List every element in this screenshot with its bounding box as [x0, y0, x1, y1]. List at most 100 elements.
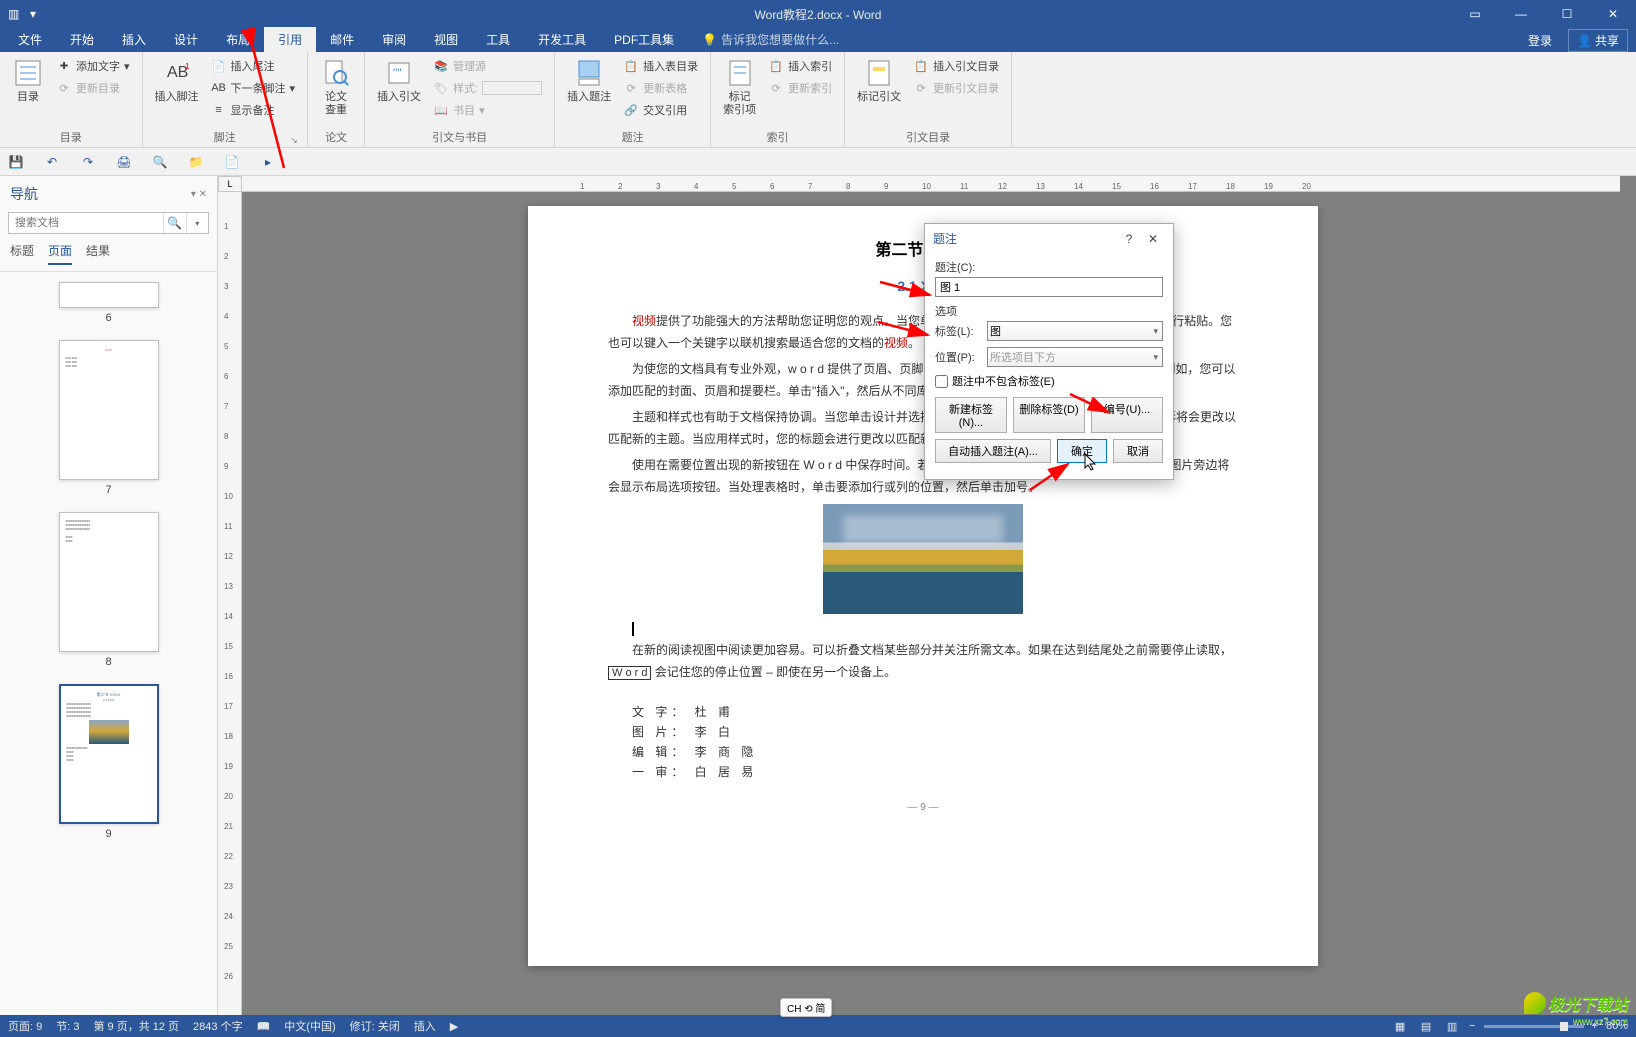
- tab-selector[interactable]: L: [218, 176, 242, 192]
- tab-insert[interactable]: 插入: [108, 27, 160, 52]
- navtab-heading[interactable]: 标题: [10, 242, 34, 265]
- insert-citation-button[interactable]: "" 插入引文: [373, 55, 425, 106]
- insert-index-button[interactable]: 📋插入索引: [764, 55, 836, 77]
- update-toc-button[interactable]: ⟳更新目录: [52, 77, 134, 99]
- undo-button[interactable]: ↶: [42, 152, 62, 172]
- label-dropdown[interactable]: 图▾: [987, 321, 1163, 341]
- manage-sources-button[interactable]: 📚管理源: [429, 55, 546, 77]
- nav-pane-dropdown-icon[interactable]: ▾ ✕: [191, 189, 207, 200]
- doc-image[interactable]: [823, 504, 1023, 614]
- add-text-button[interactable]: 🞦添加文字 ▾: [52, 55, 134, 77]
- update-toa-button[interactable]: ⟳更新引文目录: [909, 77, 1003, 99]
- view-print-button[interactable]: ▤: [1417, 1019, 1435, 1033]
- status-track[interactable]: 修订: 关闭: [350, 1018, 400, 1034]
- position-dropdown-label: 位置(P):: [935, 349, 983, 365]
- vertical-ruler[interactable]: 1234567891011121314151617181920212223242…: [218, 192, 242, 1015]
- status-words[interactable]: 2843 个字: [193, 1018, 243, 1034]
- tab-view[interactable]: 视图: [420, 27, 472, 52]
- status-spellcheck[interactable]: 📖: [257, 1020, 271, 1033]
- thumb-page-7[interactable]: ===≡≡≡ ≡≡≡≡≡≡ ≡≡≡≡≡≡ ≡≡≡ 7: [49, 340, 169, 496]
- new-button[interactable]: 📄: [222, 152, 242, 172]
- auto-insert-caption-button[interactable]: 自动插入题注(A)...: [935, 439, 1051, 463]
- status-macro[interactable]: ▶: [450, 1020, 458, 1033]
- exclude-label-checkbox[interactable]: [935, 375, 948, 388]
- delete-label-button[interactable]: 删除标签(D): [1013, 397, 1085, 433]
- cross-reference-button[interactable]: 🔗交叉引用: [619, 99, 702, 121]
- next-footnote-button[interactable]: AB下一条脚注 ▾: [207, 77, 300, 99]
- insert-caption-button[interactable]: 插入题注: [563, 55, 615, 106]
- status-pageof[interactable]: 第 9 页，共 12 页: [93, 1018, 179, 1034]
- dialog-help-button[interactable]: ?: [1117, 232, 1141, 246]
- status-insert[interactable]: 插入: [414, 1018, 436, 1034]
- redo-button[interactable]: ↷: [78, 152, 98, 172]
- navtab-page[interactable]: 页面: [48, 242, 72, 265]
- document-page[interactable]: 第二节 XXXX 2.1 XXX 视频提供了功能强大的方法帮助您证明您的观点。当…: [528, 206, 1318, 966]
- footnote-dialog-launcher[interactable]: ↘: [289, 135, 299, 145]
- login-button[interactable]: 登录: [1520, 30, 1560, 51]
- lightbulb-icon: 💡: [702, 33, 717, 47]
- dialog-close-button[interactable]: ✕: [1141, 232, 1165, 246]
- mark-index-button[interactable]: 标记 索引项: [719, 55, 760, 119]
- autosave-icon[interactable]: ▥: [8, 7, 22, 21]
- plagiarism-check-button[interactable]: 论文 查重: [316, 55, 356, 119]
- tab-references[interactable]: 引用: [264, 27, 316, 52]
- insert-endnote-button[interactable]: 📄插入尾注: [207, 55, 300, 77]
- cancel-button[interactable]: 取消: [1113, 439, 1163, 463]
- close-button[interactable]: ✕: [1590, 0, 1636, 28]
- tab-mail[interactable]: 邮件: [316, 27, 368, 52]
- share-button[interactable]: 👤共享: [1568, 29, 1628, 52]
- tab-pdf[interactable]: PDF工具集: [600, 27, 688, 52]
- caption-input[interactable]: [935, 277, 1163, 297]
- toc-button[interactable]: 目录: [8, 55, 48, 106]
- tab-developer[interactable]: 开发工具: [524, 27, 600, 52]
- search-dropdown-icon[interactable]: ▾: [186, 213, 209, 233]
- view-macros-button[interactable]: ▸: [258, 152, 278, 172]
- thumb-page-9[interactable]: 第二节 XXXX2.1 XXX≡≡≡≡≡≡≡≡≡≡≡≡≡≡≡≡≡≡≡≡≡≡≡≡≡…: [49, 684, 169, 840]
- status-section[interactable]: 节: 3: [56, 1018, 79, 1034]
- quick-access-toolbar: 💾 ↶ ↷ 🖨 🔍 📁 📄 ▸: [0, 148, 1636, 176]
- update-index-button[interactable]: ⟳更新索引: [764, 77, 836, 99]
- insert-table-of-figures-button[interactable]: 📋插入表目录: [619, 55, 702, 77]
- status-page[interactable]: 页面: 9: [8, 1018, 42, 1034]
- open-button[interactable]: 📁: [186, 152, 206, 172]
- tab-design[interactable]: 设计: [160, 27, 212, 52]
- view-web-button[interactable]: ▥: [1443, 1019, 1461, 1033]
- mark-citation-button[interactable]: 标记引文: [853, 55, 905, 106]
- horizontal-ruler[interactable]: 1234567891011121314151617181920: [242, 176, 1620, 192]
- insert-footnote-button[interactable]: AB1 插入脚注: [151, 55, 203, 106]
- thumb-page-8[interactable]: ≡≡≡≡≡≡≡≡≡≡≡≡≡≡≡≡≡≡≡≡≡≡≡≡≡≡≡≡≡≡≡≡≡≡≡≡≡≡≡≡…: [49, 512, 169, 668]
- position-dropdown[interactable]: 所选项目下方▾: [987, 347, 1163, 367]
- nav-search-input[interactable]: [9, 213, 163, 233]
- style-dropdown[interactable]: 🏷样式:: [429, 77, 546, 99]
- print-button[interactable]: 🖨: [114, 152, 134, 172]
- tab-file[interactable]: 文件: [4, 27, 56, 52]
- navtab-result[interactable]: 结果: [86, 242, 110, 265]
- tab-home[interactable]: 开始: [56, 27, 108, 52]
- tab-layout[interactable]: 布局: [212, 27, 264, 52]
- bibliography-button[interactable]: 📖书目 ▾: [429, 99, 546, 121]
- tell-me-search[interactable]: 💡 告诉我您想要做什么...: [688, 27, 853, 52]
- insert-toa-button[interactable]: 📋插入引文目录: [909, 55, 1003, 77]
- new-label-button[interactable]: 新建标签(N)...: [935, 397, 1007, 433]
- save-button[interactable]: 💾: [6, 152, 26, 172]
- tab-tools[interactable]: 工具: [472, 27, 524, 52]
- status-lang[interactable]: 中文(中国): [284, 1018, 335, 1034]
- view-read-button[interactable]: ▦: [1391, 1019, 1409, 1033]
- nav-search[interactable]: 🔍 ▾: [8, 212, 209, 234]
- minimize-button[interactable]: —: [1498, 0, 1544, 28]
- zoom-out-button[interactable]: −: [1469, 1020, 1475, 1032]
- thumbnails[interactable]: 6 ===≡≡≡ ≡≡≡≡≡≡ ≡≡≡≡≡≡ ≡≡≡ 7 ≡≡≡≡≡≡≡≡≡≡≡…: [0, 272, 217, 1015]
- thumb-page-6[interactable]: 6: [49, 282, 169, 324]
- qat-dropdown-icon[interactable]: ▾: [30, 7, 44, 21]
- update-table-button[interactable]: ⟳更新表格: [619, 77, 702, 99]
- ribbon-options-icon[interactable]: ▭: [1452, 0, 1498, 28]
- numbering-button[interactable]: 编号(U)...: [1091, 397, 1163, 433]
- zoom-slider[interactable]: [1484, 1025, 1584, 1028]
- tab-review[interactable]: 审阅: [368, 27, 420, 52]
- ok-button[interactable]: 确定: [1057, 439, 1107, 463]
- show-notes-button[interactable]: ≡显示备注: [207, 99, 300, 121]
- ime-indicator[interactable]: CH ⟲ 简: [780, 998, 832, 1017]
- search-icon[interactable]: 🔍: [163, 213, 186, 233]
- maximize-button[interactable]: ☐: [1544, 0, 1590, 28]
- print-preview-button[interactable]: 🔍: [150, 152, 170, 172]
